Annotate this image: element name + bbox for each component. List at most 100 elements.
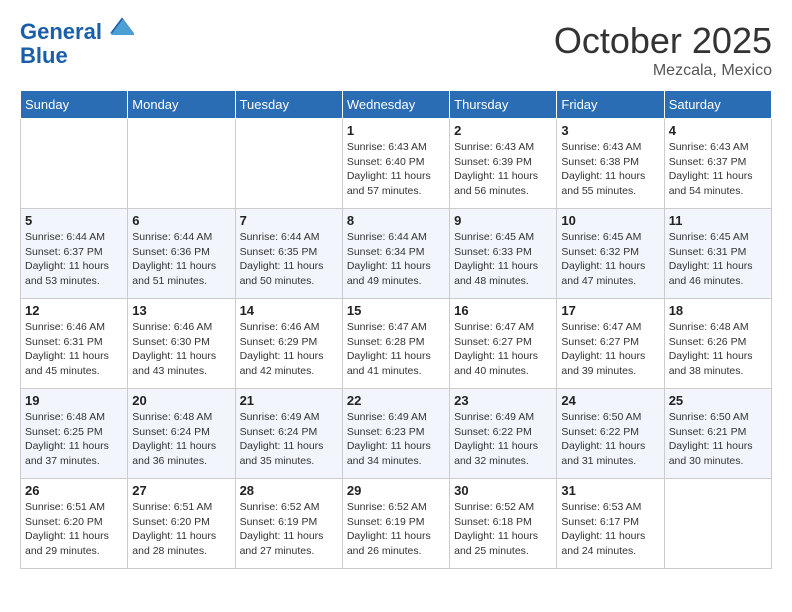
header-friday: Friday <box>557 91 664 119</box>
day-number: 12 <box>25 303 123 318</box>
day-info: Sunrise: 6:46 AM Sunset: 6:30 PM Dayligh… <box>132 320 230 379</box>
day-number: 28 <box>240 483 338 498</box>
day-number: 4 <box>669 123 767 138</box>
day-number: 16 <box>454 303 552 318</box>
day-number: 26 <box>25 483 123 498</box>
day-number: 23 <box>454 393 552 408</box>
day-info: Sunrise: 6:43 AM Sunset: 6:39 PM Dayligh… <box>454 140 552 199</box>
day-cell: 17 Sunrise: 6:47 AM Sunset: 6:27 PM Dayli… <box>557 299 664 389</box>
day-cell: 3Sunrise: 6:43 AM Sunset: 6:38 PM Daylig… <box>557 119 664 209</box>
day-cell: 19Sunrise: 6:48 AM Sunset: 6:25 PM Dayli… <box>21 389 128 479</box>
day-cell <box>128 119 235 209</box>
day-info: Sunrise: 6:47 AM Sunset: 6:27 PM Dayligh… <box>454 320 552 379</box>
day-number: 6 <box>132 213 230 228</box>
day-info: Sunrise: 6:43 AM Sunset: 6:40 PM Dayligh… <box>347 140 445 199</box>
logo: General Blue <box>20 20 134 68</box>
day-number: 22 <box>347 393 445 408</box>
day-info: Sunrise: 6:44 AM Sunset: 6:37 PM Dayligh… <box>25 230 123 289</box>
day-info: Sunrise: 6:45 AM Sunset: 6:33 PM Dayligh… <box>454 230 552 289</box>
day-cell: 1 Sunrise: 6:43 AM Sunset: 6:40 PM Daylig… <box>342 119 449 209</box>
day-number: 2 <box>454 123 552 138</box>
day-info: Sunrise: 6:53 AM Sunset: 6:17 PM Dayligh… <box>561 500 659 559</box>
week-row-5: 26 Sunrise: 6:51 AM Sunset: 6:20 PM Dayli… <box>21 479 772 569</box>
day-info: Sunrise: 6:49 AM Sunset: 6:22 PM Dayligh… <box>454 410 552 469</box>
day-cell: 24 Sunrise: 6:50 AM Sunset: 6:22 PM Dayli… <box>557 389 664 479</box>
day-info: Sunrise: 6:46 AM Sunset: 6:29 PM Dayligh… <box>240 320 338 379</box>
week-row-3: 12Sunrise: 6:46 AM Sunset: 6:31 PM Dayli… <box>21 299 772 389</box>
day-number: 25 <box>669 393 767 408</box>
day-number: 5 <box>25 213 123 228</box>
header-monday: Monday <box>128 91 235 119</box>
header-tuesday: Tuesday <box>235 91 342 119</box>
day-info: Sunrise: 6:51 AM Sunset: 6:20 PM Dayligh… <box>25 500 123 559</box>
day-cell: 15 Sunrise: 6:47 AM Sunset: 6:28 PM Dayli… <box>342 299 449 389</box>
logo-blue: Blue <box>20 43 68 68</box>
day-cell: 23 Sunrise: 6:49 AM Sunset: 6:22 PM Dayli… <box>450 389 557 479</box>
day-cell: 31 Sunrise: 6:53 AM Sunset: 6:17 PM Dayli… <box>557 479 664 569</box>
day-cell <box>664 479 771 569</box>
day-info: Sunrise: 6:52 AM Sunset: 6:18 PM Dayligh… <box>454 500 552 559</box>
day-cell: 4 Sunrise: 6:43 AM Sunset: 6:37 PM Daylig… <box>664 119 771 209</box>
day-info: Sunrise: 6:48 AM Sunset: 6:26 PM Dayligh… <box>669 320 767 379</box>
day-number: 30 <box>454 483 552 498</box>
day-number: 18 <box>669 303 767 318</box>
day-cell: 5 Sunrise: 6:44 AM Sunset: 6:37 PM Daylig… <box>21 209 128 299</box>
day-number: 8 <box>347 213 445 228</box>
day-cell <box>235 119 342 209</box>
day-cell: 8 Sunrise: 6:44 AM Sunset: 6:34 PM Daylig… <box>342 209 449 299</box>
day-number: 24 <box>561 393 659 408</box>
day-number: 19 <box>25 393 123 408</box>
header-sunday: Sunday <box>21 91 128 119</box>
header-thursday: Thursday <box>450 91 557 119</box>
day-info: Sunrise: 6:47 AM Sunset: 6:27 PM Dayligh… <box>561 320 659 379</box>
header-saturday: Saturday <box>664 91 771 119</box>
day-cell: 29Sunrise: 6:52 AM Sunset: 6:19 PM Dayli… <box>342 479 449 569</box>
day-number: 9 <box>454 213 552 228</box>
day-cell: 10 Sunrise: 6:45 AM Sunset: 6:32 PM Dayli… <box>557 209 664 299</box>
day-info: Sunrise: 6:50 AM Sunset: 6:22 PM Dayligh… <box>561 410 659 469</box>
day-info: Sunrise: 6:43 AM Sunset: 6:37 PM Dayligh… <box>669 140 767 199</box>
day-info: Sunrise: 6:47 AM Sunset: 6:28 PM Dayligh… <box>347 320 445 379</box>
day-cell: 13Sunrise: 6:46 AM Sunset: 6:30 PM Dayli… <box>128 299 235 389</box>
day-cell <box>21 119 128 209</box>
day-number: 10 <box>561 213 659 228</box>
day-number: 14 <box>240 303 338 318</box>
day-cell: 6 Sunrise: 6:44 AM Sunset: 6:36 PM Daylig… <box>128 209 235 299</box>
day-number: 21 <box>240 393 338 408</box>
day-cell: 11Sunrise: 6:45 AM Sunset: 6:31 PM Dayli… <box>664 209 771 299</box>
day-number: 20 <box>132 393 230 408</box>
day-number: 7 <box>240 213 338 228</box>
header-wednesday: Wednesday <box>342 91 449 119</box>
day-cell: 14 Sunrise: 6:46 AM Sunset: 6:29 PM Dayli… <box>235 299 342 389</box>
day-info: Sunrise: 6:48 AM Sunset: 6:24 PM Dayligh… <box>132 410 230 469</box>
location: Mezcala, Mexico <box>554 62 772 80</box>
day-cell: 25Sunrise: 6:50 AM Sunset: 6:21 PM Dayli… <box>664 389 771 479</box>
calendar-table: SundayMondayTuesdayWednesdayThursdayFrid… <box>20 90 772 569</box>
day-cell: 28 Sunrise: 6:52 AM Sunset: 6:19 PM Dayli… <box>235 479 342 569</box>
month-year: October 2025 <box>554 20 772 62</box>
day-info: Sunrise: 6:52 AM Sunset: 6:19 PM Dayligh… <box>347 500 445 559</box>
day-info: Sunrise: 6:49 AM Sunset: 6:23 PM Dayligh… <box>347 410 445 469</box>
day-info: Sunrise: 6:44 AM Sunset: 6:36 PM Dayligh… <box>132 230 230 289</box>
day-number: 15 <box>347 303 445 318</box>
day-number: 31 <box>561 483 659 498</box>
day-cell: 16 Sunrise: 6:47 AM Sunset: 6:27 PM Dayli… <box>450 299 557 389</box>
day-info: Sunrise: 6:44 AM Sunset: 6:34 PM Dayligh… <box>347 230 445 289</box>
week-row-4: 19Sunrise: 6:48 AM Sunset: 6:25 PM Dayli… <box>21 389 772 479</box>
day-cell: 2 Sunrise: 6:43 AM Sunset: 6:39 PM Daylig… <box>450 119 557 209</box>
day-info: Sunrise: 6:43 AM Sunset: 6:38 PM Dayligh… <box>561 140 659 199</box>
logo-general: General <box>20 19 102 44</box>
day-number: 1 <box>347 123 445 138</box>
day-number: 17 <box>561 303 659 318</box>
day-cell: 27Sunrise: 6:51 AM Sunset: 6:20 PM Dayli… <box>128 479 235 569</box>
day-cell: 7Sunrise: 6:44 AM Sunset: 6:35 PM Daylig… <box>235 209 342 299</box>
week-row-1: 1 Sunrise: 6:43 AM Sunset: 6:40 PM Daylig… <box>21 119 772 209</box>
logo-icon <box>110 15 134 39</box>
day-cell: 12Sunrise: 6:46 AM Sunset: 6:31 PM Dayli… <box>21 299 128 389</box>
day-info: Sunrise: 6:49 AM Sunset: 6:24 PM Dayligh… <box>240 410 338 469</box>
day-info: Sunrise: 6:45 AM Sunset: 6:32 PM Dayligh… <box>561 230 659 289</box>
week-row-2: 5 Sunrise: 6:44 AM Sunset: 6:37 PM Daylig… <box>21 209 772 299</box>
day-cell: 20 Sunrise: 6:48 AM Sunset: 6:24 PM Dayli… <box>128 389 235 479</box>
month-title: October 2025 Mezcala, Mexico <box>554 20 772 80</box>
day-info: Sunrise: 6:52 AM Sunset: 6:19 PM Dayligh… <box>240 500 338 559</box>
